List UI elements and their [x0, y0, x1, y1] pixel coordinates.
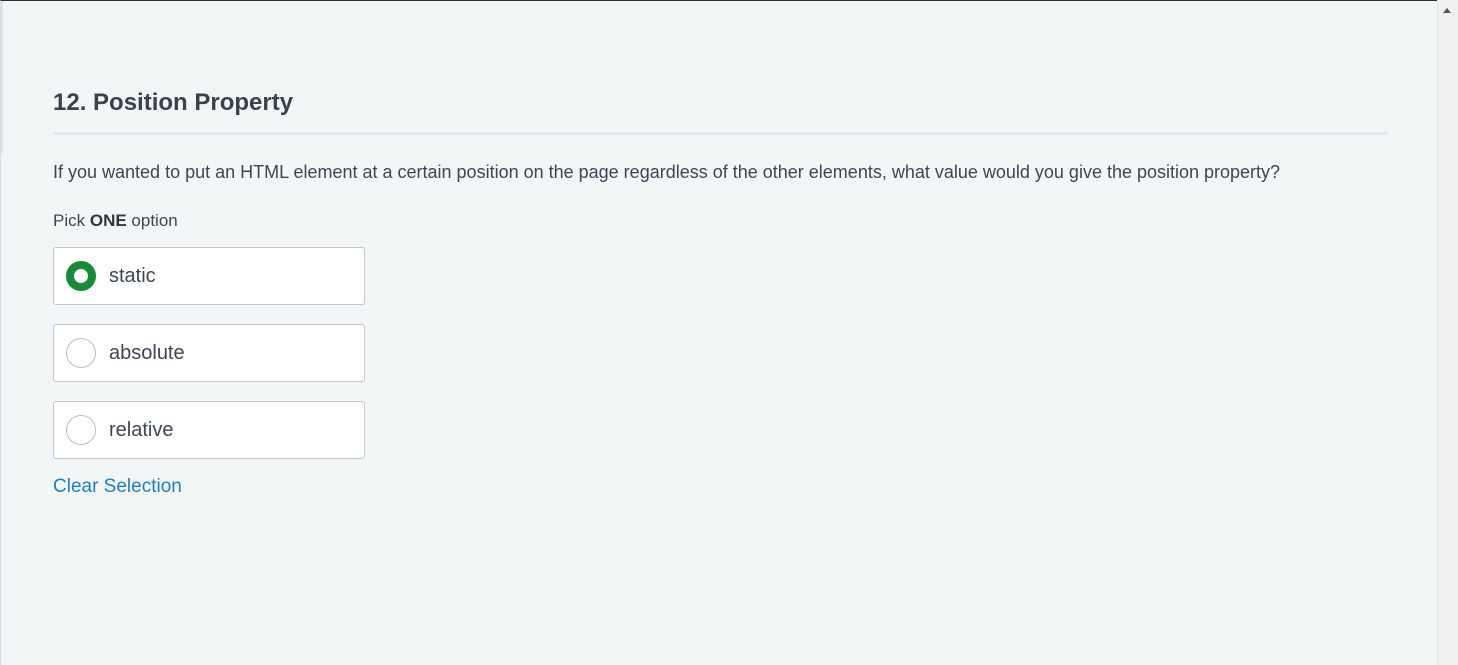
radio-button[interactable] — [66, 415, 96, 445]
vertical-scrollbar[interactable] — [1437, 0, 1458, 665]
question-title: 12. Position Property — [53, 89, 294, 116]
radio-button-selected[interactable] — [66, 261, 96, 291]
options-list: static absolute relative — [53, 247, 1388, 459]
question-content: 12. Position Property If you wanted to p… — [53, 86, 1388, 498]
option-label: absolute — [109, 342, 185, 364]
radio-button[interactable] — [66, 338, 96, 368]
question-panel: 12. Position Property If you wanted to p… — [0, 0, 1437, 665]
scroll-up-arrow-icon[interactable] — [1443, 8, 1451, 13]
title-divider — [53, 132, 1388, 135]
pick-instruction: Pick ONE option — [53, 209, 1388, 233]
question-text: If you wanted to put an HTML element at … — [53, 162, 1281, 182]
instruction-prefix: Pick — [53, 211, 90, 230]
option-relative[interactable]: relative — [53, 401, 365, 459]
option-static[interactable]: static — [53, 247, 365, 305]
option-label: relative — [109, 419, 174, 441]
left-accent-bar — [1, 1, 3, 153]
option-label: static — [109, 265, 156, 287]
instruction-suffix: option — [126, 211, 178, 230]
instruction-emphasis: ONE — [89, 211, 127, 230]
option-absolute[interactable]: absolute — [53, 324, 365, 382]
clear-selection-link[interactable]: Clear Selection — [53, 476, 182, 498]
